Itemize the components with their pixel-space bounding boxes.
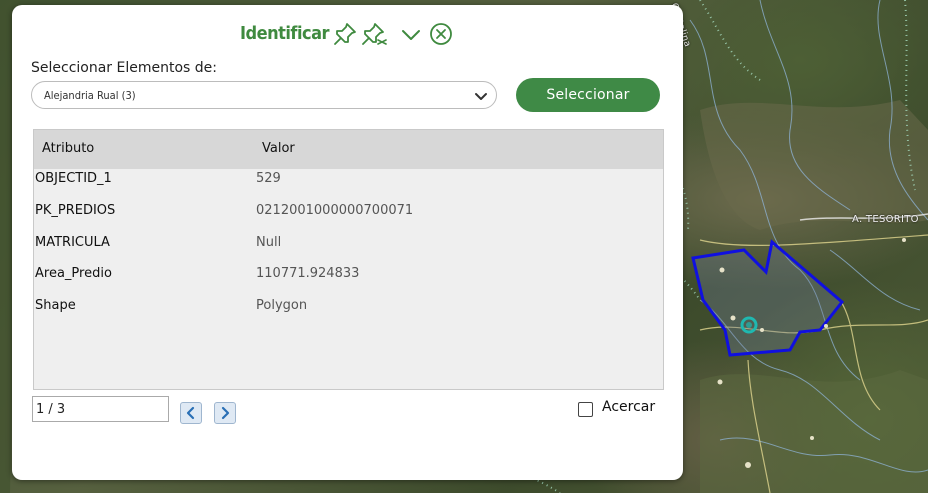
table-header: Atributo Valor bbox=[34, 130, 663, 169]
map-label-place: A. TESORITO bbox=[852, 214, 919, 225]
layer-select-value: Alejandria Rual (3) bbox=[44, 89, 136, 102]
attribute-cell: OBJECTID_1 bbox=[35, 171, 112, 186]
chevron-left-icon bbox=[186, 406, 195, 420]
column-header-attribute: Atributo bbox=[42, 141, 95, 156]
table-row: Shape Polygon bbox=[34, 298, 663, 329]
next-page-button[interactable] bbox=[214, 402, 236, 424]
panel-header: Identificar bbox=[12, 21, 683, 51]
previous-page-button[interactable] bbox=[180, 402, 202, 424]
attribute-cell: PK_PREDIOS bbox=[35, 203, 116, 218]
chevron-down-icon[interactable] bbox=[398, 21, 424, 47]
attribute-cell: Shape bbox=[35, 298, 76, 313]
zoom-label: Acercar bbox=[602, 399, 656, 415]
value-cell: Null bbox=[256, 235, 282, 250]
column-header-value: Valor bbox=[262, 141, 295, 156]
panel-title: Identificar bbox=[240, 23, 330, 44]
select-elements-label: Seleccionar Elementos de: bbox=[31, 60, 217, 76]
attribute-cell: MATRICULA bbox=[35, 235, 110, 250]
attribute-cell: Area_Predio bbox=[35, 266, 112, 281]
chevron-down-icon bbox=[474, 88, 488, 102]
attribute-table: Atributo Valor OBJECTID_1 529 PK_PREDIOS… bbox=[33, 129, 664, 390]
table-row: OBJECTID_1 529 bbox=[34, 171, 663, 202]
page-number-input[interactable] bbox=[32, 396, 169, 422]
table-row: PK_PREDIOS 0212001000000700071 bbox=[34, 203, 663, 234]
chevron-right-icon bbox=[221, 406, 230, 420]
identify-panel: Identificar Seleccionar Elementos de: Al… bbox=[12, 5, 683, 480]
value-cell: 0212001000000700071 bbox=[256, 203, 414, 218]
table-row: MATRICULA Null bbox=[34, 235, 663, 266]
parcel-polygon[interactable] bbox=[691, 239, 845, 357]
unpin-icon[interactable] bbox=[362, 21, 388, 47]
table-row: Area_Predio 110771.924833 bbox=[34, 266, 663, 297]
pin-icon[interactable] bbox=[332, 21, 358, 47]
layer-select[interactable]: Alejandria Rual (3) bbox=[31, 81, 497, 109]
select-button[interactable]: Seleccionar bbox=[516, 78, 660, 112]
close-circle-icon[interactable] bbox=[428, 21, 454, 47]
zoom-checkbox[interactable] bbox=[578, 402, 593, 417]
value-cell: 529 bbox=[256, 171, 281, 186]
value-cell: 110771.924833 bbox=[256, 266, 360, 281]
value-cell: Polygon bbox=[256, 298, 308, 313]
